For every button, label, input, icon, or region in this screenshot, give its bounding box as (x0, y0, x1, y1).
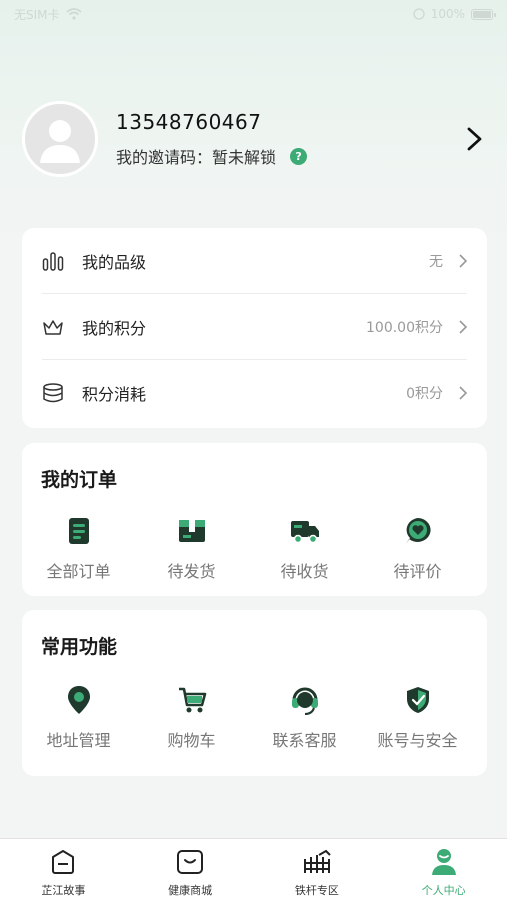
crown-icon (43, 319, 63, 335)
battery-icon (471, 8, 496, 20)
invite-help-icon[interactable]: ? (290, 147, 308, 165)
chevron-right-icon[interactable] (463, 124, 487, 154)
tab-label: 芷江故事 (41, 884, 86, 897)
menu-item-grade[interactable]: 我的品级 无 (42, 228, 467, 294)
tab-label: 个人中心 (421, 884, 466, 897)
location-pin-icon (67, 686, 90, 714)
review-heart-icon (405, 518, 431, 544)
menu-item-label: 我的品级 (82, 252, 147, 272)
menu-item-label: 我的积分 (82, 318, 147, 338)
bottom-tab-bar: 芷江故事 健康商城 铁杆专区 个人中心 (0, 838, 507, 900)
status-bar: 无SIM卡 100% (0, 0, 507, 28)
menu-item-value: 无 (429, 253, 443, 270)
account-menu-card: 我的品级 无 我的积分 100.00积分 积分消耗 0积分 (22, 228, 487, 428)
order-pending-ship-button[interactable]: 待发货 (135, 515, 248, 582)
tab-iron-zone[interactable]: 铁杆专区 (254, 839, 381, 900)
shield-check-icon (406, 687, 429, 713)
grid-item-label: 全部订单 (46, 562, 111, 581)
carrier-label: 无SIM卡 (14, 7, 60, 22)
invite-code-value: 暂未解锁 (212, 148, 277, 167)
common-functions-card: 常用功能 地址管理 购物车 联系客服 账号与安全 (22, 610, 487, 776)
coin-stack-icon (43, 383, 63, 403)
order-all-button[interactable]: 全部订单 (22, 515, 135, 582)
person-icon (431, 849, 456, 875)
tab-label: 健康商城 (168, 884, 213, 897)
phone-number: 13548760467 (116, 110, 262, 134)
menu-item-points-usage[interactable]: 积分消耗 0积分 (42, 360, 467, 426)
tab-personal-center[interactable]: 个人中心 (380, 839, 507, 900)
package-icon (178, 520, 205, 542)
avatar[interactable] (22, 101, 98, 177)
grid-item-label: 购物车 (167, 731, 216, 750)
grid-item-label: 待发货 (167, 562, 216, 581)
battery-percent: 100% (430, 7, 465, 21)
truck-icon (290, 521, 319, 544)
functions-title: 常用功能 (41, 636, 118, 658)
address-management-button[interactable]: 地址管理 (22, 684, 135, 751)
tab-label: 铁杆专区 (294, 884, 339, 897)
order-pending-review-button[interactable]: 待评价 (361, 515, 474, 582)
rotation-lock-icon (413, 8, 425, 20)
shopping-cart-button[interactable]: 购物车 (135, 684, 248, 751)
chevron-right-icon (459, 253, 467, 268)
my-orders-card: 我的订单 全部订单 待发货 待收货 待评价 (22, 443, 487, 596)
grid-item-label: 账号与安全 (377, 731, 458, 750)
shopping-cart-icon (178, 687, 206, 713)
battery-fill (473, 10, 491, 18)
contact-service-button[interactable]: 联系客服 (248, 684, 361, 751)
chevron-right-icon (459, 386, 467, 400)
grid-item-label: 待收货 (280, 562, 329, 581)
headset-icon (291, 687, 318, 715)
order-pending-receive-button[interactable]: 待收货 (248, 515, 361, 582)
default-avatar-icon (40, 120, 80, 163)
tab-zhijiang-story[interactable]: 芷江故事 (0, 839, 127, 900)
grid-item-label: 待评价 (393, 562, 442, 581)
account-security-button[interactable]: 账号与安全 (361, 684, 474, 751)
tab-health-mall[interactable]: 健康商城 (127, 839, 254, 900)
menu-item-points[interactable]: 我的积分 100.00积分 (42, 294, 467, 360)
menu-item-value: 0积分 (406, 386, 443, 402)
order-list-icon (68, 518, 89, 544)
chevron-right-icon (459, 319, 467, 334)
invite-code-label: 我的邀请码： (116, 148, 213, 167)
shop-bag-icon (177, 850, 204, 874)
fence-icon (303, 849, 331, 873)
story-icon (52, 850, 75, 874)
grid-item-label: 联系客服 (272, 731, 337, 750)
grid-item-label: 地址管理 (46, 731, 111, 750)
orders-title: 我的订单 (41, 469, 118, 491)
menu-item-label: 积分消耗 (82, 385, 147, 404)
menu-item-value: 100.00积分 (366, 319, 443, 336)
bar-chart-icon (42, 251, 64, 271)
profile-header[interactable]: 13548760467 我的邀请码： 暂未解锁 ? (22, 100, 487, 178)
wifi-icon (65, 8, 82, 20)
